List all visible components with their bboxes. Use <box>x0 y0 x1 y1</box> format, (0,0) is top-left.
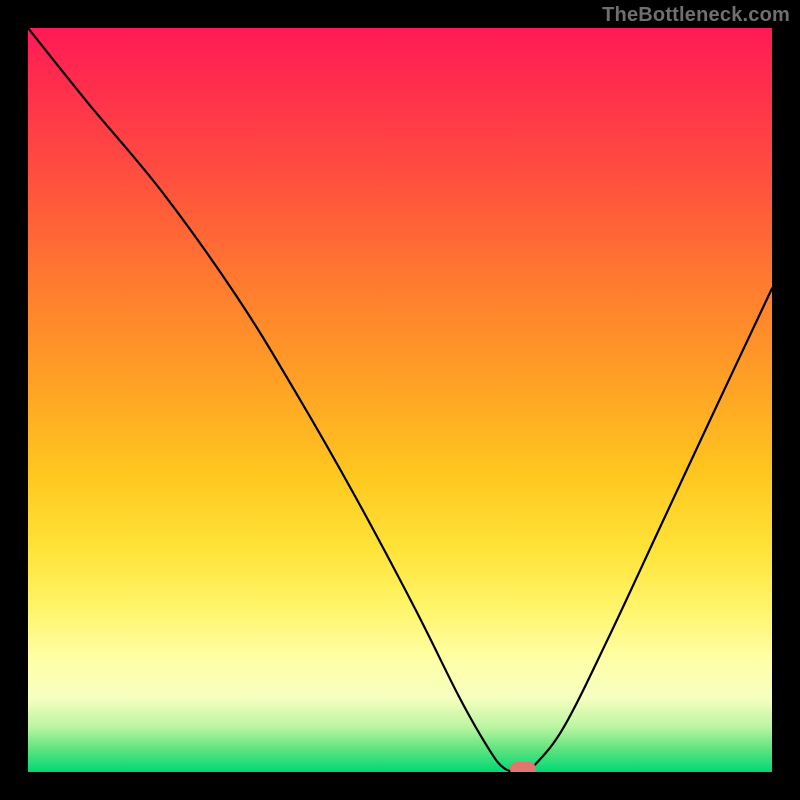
chart-frame: TheBottleneck.com <box>0 0 800 800</box>
plot-area <box>28 28 772 772</box>
optimal-marker <box>510 762 536 772</box>
watermark-text: TheBottleneck.com <box>602 4 790 27</box>
bottleneck-gradient <box>28 28 772 772</box>
